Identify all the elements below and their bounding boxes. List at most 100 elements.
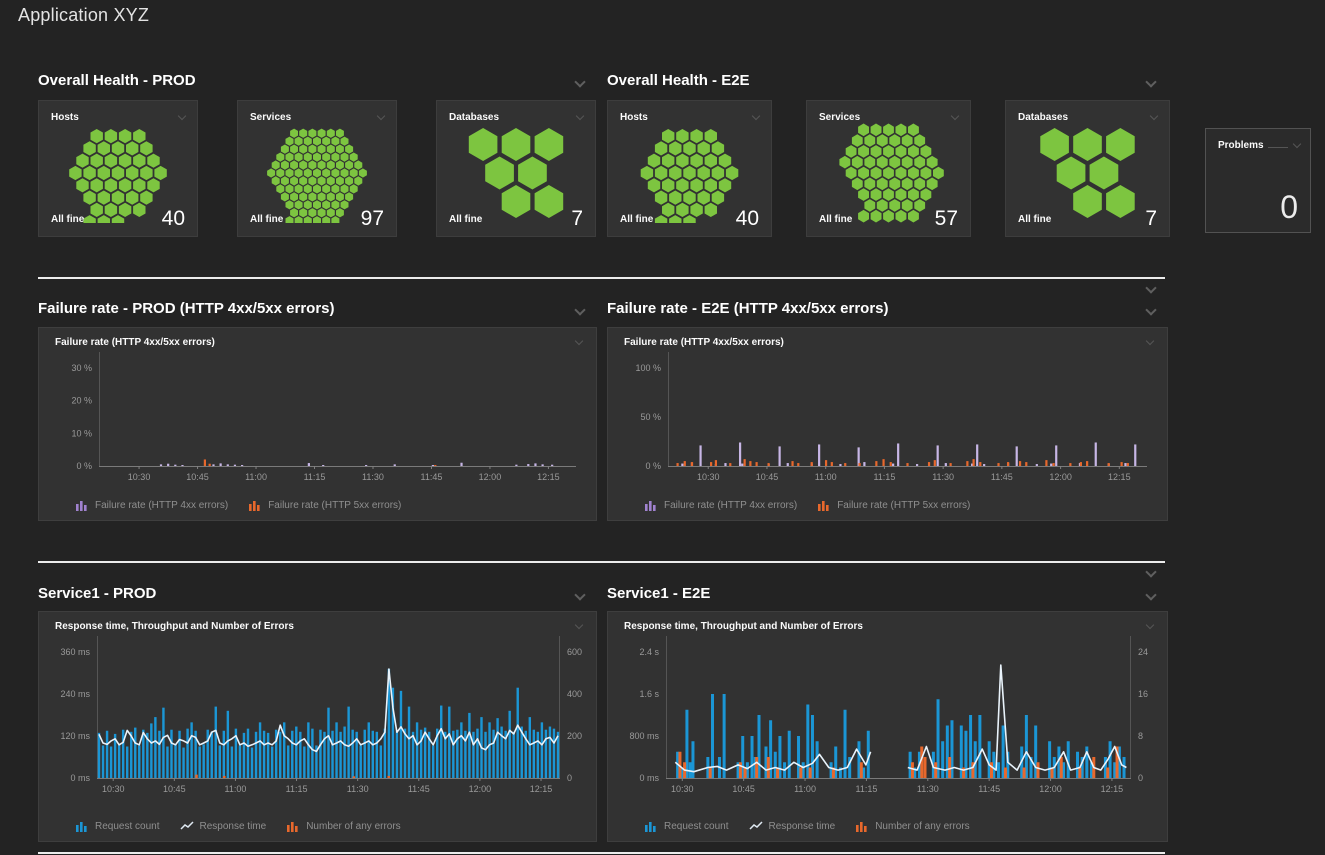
legend-item[interactable]: Failure rate (HTTP 5xx errors) [817, 499, 970, 511]
chart-panel-failure-prod[interactable]: Failure rate (HTTP 4xx/5xx errors) Failu… [38, 327, 597, 521]
chevron-down-icon[interactable] [1145, 589, 1156, 600]
legend-item[interactable]: Failure rate (HTTP 4xx errors) [644, 499, 797, 511]
chevron-down-icon[interactable] [1146, 337, 1154, 345]
legend-label: Failure rate (HTTP 4xx errors) [95, 500, 228, 511]
svg-text:12:15: 12:15 [537, 472, 560, 482]
svg-text:11:00: 11:00 [245, 472, 267, 482]
tile-hosts-prod[interactable]: Hosts All fine 40 [38, 100, 198, 237]
svg-text:0 %: 0 % [645, 461, 661, 471]
svg-text:11:30: 11:30 [932, 472, 954, 482]
legend-label: Number of any errors [875, 821, 969, 832]
legend-item[interactable]: Response time [180, 820, 267, 832]
chevron-down-icon[interactable] [1146, 621, 1154, 629]
legend-label: Request count [95, 821, 160, 832]
dashboard: Application XYZ Overall Health - PROD Ov… [0, 0, 1325, 855]
chevron-down-icon[interactable] [752, 112, 760, 120]
tile-databases-prod[interactable]: Databases All fine 7 [436, 100, 596, 237]
tile-problems[interactable]: Problems 0 [1205, 128, 1311, 233]
chart-legend: Request count Response time Number of any … [75, 820, 401, 832]
panel-title: Response time, Throughput and Number of … [624, 621, 863, 632]
svg-text:11:45: 11:45 [421, 472, 443, 482]
chevron-down-icon[interactable] [1145, 282, 1156, 293]
chevron-down-icon[interactable] [1150, 112, 1158, 120]
tile-services-prod[interactable]: Services All fine 97 [237, 100, 397, 237]
chevron-down-icon[interactable] [575, 621, 583, 629]
svg-text:0: 0 [567, 773, 572, 783]
entity-count: 97 [361, 207, 384, 231]
chevron-down-icon[interactable] [1145, 76, 1156, 87]
tile-title: Hosts [51, 112, 79, 123]
svg-text:200: 200 [567, 731, 582, 741]
legend-item[interactable]: Response time [749, 820, 836, 832]
svg-text:20 %: 20 % [71, 396, 92, 406]
entity-count: 7 [571, 207, 583, 231]
svg-text:11:00: 11:00 [794, 784, 816, 794]
chevron-down-icon[interactable] [1145, 566, 1156, 577]
panel-title: Failure rate (HTTP 4xx/5xx errors) [55, 337, 215, 348]
tile-databases-e2e[interactable]: Databases All fine 7 [1005, 100, 1170, 237]
tile-hosts-e2e[interactable]: Hosts All fine 40 [607, 100, 772, 237]
chevron-down-icon[interactable] [1145, 304, 1156, 315]
tile-title: Hosts [620, 112, 648, 123]
status-text: All fine [620, 214, 653, 225]
svg-text:10:30: 10:30 [128, 472, 151, 482]
section-header-overall-health-prod: Overall Health - PROD [38, 72, 196, 89]
svg-text:0 %: 0 % [76, 461, 92, 471]
svg-text:0 ms: 0 ms [639, 773, 659, 783]
legend-item[interactable]: Request count [644, 820, 729, 832]
section-header-overall-health-e2e: Overall Health - E2E [607, 72, 750, 89]
panel-title: Response time, Throughput and Number of … [55, 621, 294, 632]
svg-text:10:45: 10:45 [732, 784, 755, 794]
chart-canvas: 30 %20 %10 %0 %10:3010:4511:0011:1511:30… [39, 328, 596, 520]
svg-text:11:45: 11:45 [978, 784, 1000, 794]
chart-canvas: 100 %50 %0 %10:3010:4511:0011:1511:3011:… [608, 328, 1167, 520]
section-header-service1-prod: Service1 - PROD [38, 585, 156, 602]
svg-text:11:45: 11:45 [991, 472, 1013, 482]
chart-panel-service1-e2e[interactable]: Response time, Throughput and Number of … [607, 611, 1168, 842]
bar-chart-icon [248, 499, 263, 511]
chevron-down-icon[interactable] [377, 112, 385, 120]
tile-title: Databases [1018, 112, 1068, 123]
chevron-down-icon[interactable] [951, 112, 959, 120]
chevron-down-icon[interactable] [1293, 140, 1301, 148]
legend-item[interactable]: Failure rate (HTTP 5xx errors) [248, 499, 401, 511]
chevron-down-icon[interactable] [574, 304, 585, 315]
svg-text:12:00: 12:00 [1039, 784, 1062, 794]
svg-text:100 %: 100 % [635, 363, 661, 373]
svg-text:2.4 s: 2.4 s [639, 647, 659, 657]
svg-text:11:15: 11:15 [286, 784, 308, 794]
panel-title: Failure rate (HTTP 4xx/5xx errors) [624, 337, 784, 348]
legend-item[interactable]: Number of any errors [286, 820, 400, 832]
status-text: All fine [51, 214, 84, 225]
svg-text:30 %: 30 % [71, 363, 92, 373]
chevron-down-icon[interactable] [574, 589, 585, 600]
chevron-down-icon[interactable] [178, 112, 186, 120]
chevron-down-icon[interactable] [575, 337, 583, 345]
legend-item[interactable]: Number of any errors [855, 820, 969, 832]
chart-legend: Failure rate (HTTP 4xx errors) Failure ra… [75, 499, 401, 511]
svg-text:50 %: 50 % [640, 412, 661, 422]
svg-text:10:30: 10:30 [102, 784, 125, 794]
tile-title: Databases [449, 112, 499, 123]
legend-label: Request count [664, 821, 729, 832]
chevron-down-icon[interactable] [574, 76, 585, 87]
chart-panel-failure-e2e[interactable]: Failure rate (HTTP 4xx/5xx errors) Failu… [607, 327, 1168, 521]
svg-text:360 ms: 360 ms [60, 647, 90, 657]
status-text: All fine [250, 214, 283, 225]
svg-text:12:00: 12:00 [479, 472, 502, 482]
bar-chart-icon [75, 499, 90, 511]
svg-text:16: 16 [1138, 689, 1148, 699]
legend-item[interactable]: Request count [75, 820, 160, 832]
svg-text:10:45: 10:45 [756, 472, 779, 482]
svg-text:1.6 s: 1.6 s [639, 689, 659, 699]
svg-text:10 %: 10 % [71, 428, 92, 438]
chart-panel-service1-prod[interactable]: Response time, Throughput and Number of … [38, 611, 597, 842]
section-header-failure-prod: Failure rate - PROD (HTTP 4xx/5xx errors… [38, 300, 335, 317]
legend-item[interactable]: Failure rate (HTTP 4xx errors) [75, 499, 228, 511]
divider [38, 852, 1165, 854]
entity-count: 7 [1145, 207, 1157, 231]
chevron-down-icon[interactable] [576, 112, 584, 120]
tile-services-e2e[interactable]: Services All fine 57 [806, 100, 971, 237]
bar-chart-icon [644, 820, 659, 832]
status-text: All fine [819, 214, 852, 225]
